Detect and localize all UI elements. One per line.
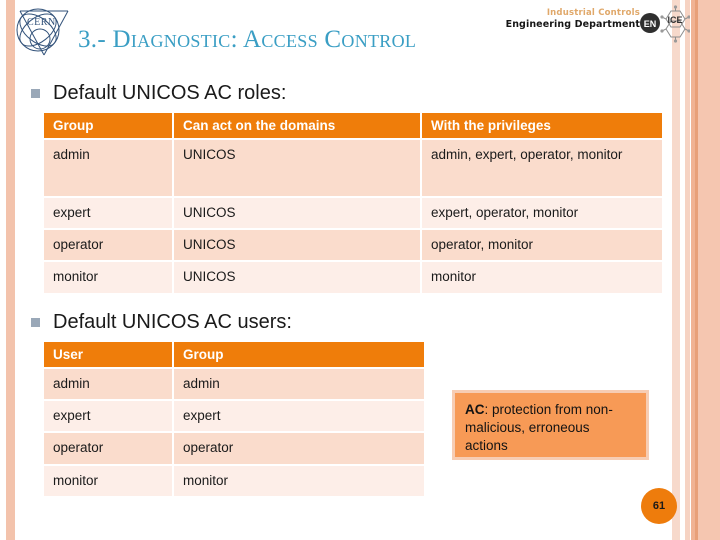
cell-user: admin — [44, 369, 172, 400]
cell-domains: UNICOS — [174, 140, 420, 196]
callout-box: AC: protection from non-malicious, erron… — [452, 390, 649, 460]
cell-user: operator — [44, 433, 172, 464]
table-row: monitor UNICOS monitor — [44, 262, 662, 293]
table-row: admin UNICOS admin, expert, operator, mo… — [44, 140, 662, 196]
column-header-domains: Can act on the domains — [174, 113, 420, 138]
column-header-group: Group — [44, 113, 172, 138]
cell-domains: UNICOS — [174, 262, 420, 293]
table-row: monitor monitor — [44, 465, 424, 496]
table-header-row: Group Can act on the domains With the pr… — [44, 113, 662, 138]
section-heading-users: Default UNICOS AC users: — [31, 311, 292, 334]
table-row: operator UNICOS operator, monitor — [44, 230, 662, 261]
department-header: Industrial Controls Engineering Departme… — [500, 8, 640, 31]
cell-group: admin — [44, 140, 172, 196]
page-number-badge: 61 — [641, 488, 677, 524]
cern-logo-text: CERN — [27, 17, 56, 28]
cell-group: operator — [174, 433, 424, 464]
en-ice-logo: EN ICE — [640, 5, 690, 43]
right-edge-stripe-5 — [698, 0, 720, 540]
cell-group: monitor — [44, 262, 172, 293]
engineering-department-label: Engineering Department — [505, 18, 640, 30]
page-title: 3.- Diagnostic: Access Control — [78, 26, 417, 53]
square-bullet-icon — [31, 318, 40, 327]
table-row: expert expert — [44, 401, 424, 432]
cell-privileges: admin, expert, operator, monitor — [422, 140, 662, 196]
cell-privileges: monitor — [422, 262, 662, 293]
roles-table: Group Can act on the domains With the pr… — [42, 111, 664, 295]
column-header-privileges: With the privileges — [422, 113, 662, 138]
cell-group: operator — [44, 230, 172, 261]
cell-group: admin — [174, 369, 424, 400]
cell-privileges: expert, operator, monitor — [422, 198, 662, 229]
table-row: admin admin — [44, 369, 424, 400]
cell-domains: UNICOS — [174, 198, 420, 229]
users-heading-label: Default UNICOS AC users: — [53, 311, 292, 333]
section-heading-roles: Default UNICOS AC roles: — [31, 82, 286, 105]
cell-domains: UNICOS — [174, 230, 420, 261]
callout-text: : protection from non-malicious, erroneo… — [465, 402, 613, 454]
cell-group: monitor — [174, 465, 424, 496]
cern-logo: CERN — [16, 8, 69, 56]
column-header-user: User — [44, 342, 172, 367]
users-table: User Group admin admin expert expert ope… — [42, 340, 426, 498]
table-row: operator operator — [44, 433, 424, 464]
column-header-group: Group — [174, 342, 424, 367]
roles-heading-label: Default UNICOS AC roles: — [53, 82, 287, 104]
right-edge-stripe-1 — [672, 0, 680, 540]
cell-group: expert — [174, 401, 424, 432]
callout-term: AC — [465, 402, 485, 417]
ice-label: ICE — [667, 15, 682, 25]
table-row: expert UNICOS expert, operator, monitor — [44, 198, 662, 229]
cell-user: expert — [44, 401, 172, 432]
table-header-row: User Group — [44, 342, 424, 367]
cell-group: expert — [44, 198, 172, 229]
square-bullet-icon — [31, 89, 40, 98]
industrial-controls-label: Industrial Controls — [546, 8, 640, 18]
slide-canvas: CERN 3.- Diagnostic: Access Control Indu… — [0, 0, 720, 540]
en-label: EN — [644, 19, 657, 29]
cell-user: monitor — [44, 465, 172, 496]
right-edge-stripe-2 — [685, 0, 690, 540]
cell-privileges: operator, monitor — [422, 230, 662, 261]
left-edge-stripe — [6, 0, 15, 540]
